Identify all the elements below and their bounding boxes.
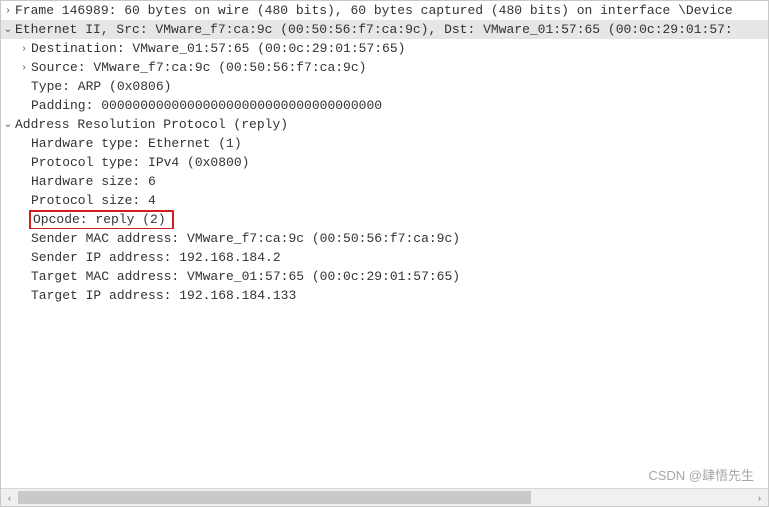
chevron-right-icon: › — [758, 493, 761, 503]
frame-summary-text: Frame 146989: 60 bytes on wire (480 bits… — [15, 1, 733, 20]
arp-protocol-size-row[interactable]: Protocol size: 4 — [1, 191, 768, 210]
ethernet-source-row[interactable]: › Source: VMware_f7:ca:9c (00:50:56:f7:c… — [1, 58, 768, 77]
frame-summary-row[interactable]: › Frame 146989: 60 bytes on wire (480 bi… — [1, 1, 768, 20]
arp-opcode-text: Opcode: reply (2) — [33, 212, 166, 227]
arp-summary-text: Address Resolution Protocol (reply) — [15, 115, 288, 134]
arp-opcode-row[interactable]: Opcode: reply (2) — [1, 210, 768, 229]
arp-sender-ip-row[interactable]: Sender IP address: 192.168.184.2 — [1, 248, 768, 267]
arp-sender-mac-text: Sender MAC address: VMware_f7:ca:9c (00:… — [31, 229, 460, 248]
scrollbar-track[interactable] — [18, 489, 751, 506]
ethernet-source-text: Source: VMware_f7:ca:9c (00:50:56:f7:ca:… — [31, 58, 366, 77]
arp-protocol-size-text: Protocol size: 4 — [31, 191, 156, 210]
arp-sender-mac-row[interactable]: Sender MAC address: VMware_f7:ca:9c (00:… — [1, 229, 768, 248]
chevron-right-icon[interactable]: › — [17, 58, 31, 77]
ethernet-summary-row[interactable]: ⌄ Ethernet II, Src: VMware_f7:ca:9c (00:… — [1, 20, 768, 39]
highlight-annotation: Opcode: reply (2) — [29, 210, 174, 229]
ethernet-type-row[interactable]: Type: ARP (0x0806) — [1, 77, 768, 96]
chevron-right-icon[interactable]: › — [1, 1, 15, 20]
scroll-left-button[interactable]: ‹ — [1, 489, 18, 506]
arp-protocol-type-row[interactable]: Protocol type: IPv4 (0x0800) — [1, 153, 768, 172]
scrollbar-thumb[interactable] — [18, 491, 531, 504]
ethernet-summary-text: Ethernet II, Src: VMware_f7:ca:9c (00:50… — [15, 20, 733, 39]
chevron-down-icon[interactable]: ⌄ — [1, 115, 15, 134]
arp-protocol-type-text: Protocol type: IPv4 (0x0800) — [31, 153, 249, 172]
arp-hardware-type-row[interactable]: Hardware type: Ethernet (1) — [1, 134, 768, 153]
horizontal-scrollbar[interactable]: ‹ › — [1, 488, 768, 506]
scroll-right-button[interactable]: › — [751, 489, 768, 506]
arp-target-mac-row[interactable]: Target MAC address: VMware_01:57:65 (00:… — [1, 267, 768, 286]
chevron-down-icon[interactable]: ⌄ — [1, 20, 15, 39]
ethernet-destination-row[interactable]: › Destination: VMware_01:57:65 (00:0c:29… — [1, 39, 768, 58]
arp-hardware-size-text: Hardware size: 6 — [31, 172, 156, 191]
arp-target-ip-row[interactable]: Target IP address: 192.168.184.133 — [1, 286, 768, 305]
ethernet-destination-text: Destination: VMware_01:57:65 (00:0c:29:0… — [31, 39, 405, 58]
chevron-right-icon[interactable]: › — [17, 39, 31, 58]
chevron-left-icon: ‹ — [8, 493, 11, 503]
arp-target-ip-text: Target IP address: 192.168.184.133 — [31, 286, 296, 305]
arp-hardware-size-row[interactable]: Hardware size: 6 — [1, 172, 768, 191]
ethernet-padding-row[interactable]: Padding: 0000000000000000000000000000000… — [1, 96, 768, 115]
packet-details-pane: › Frame 146989: 60 bytes on wire (480 bi… — [0, 0, 769, 507]
packet-tree[interactable]: › Frame 146989: 60 bytes on wire (480 bi… — [1, 1, 768, 489]
arp-sender-ip-text: Sender IP address: 192.168.184.2 — [31, 248, 281, 267]
arp-target-mac-text: Target MAC address: VMware_01:57:65 (00:… — [31, 267, 460, 286]
arp-hardware-type-text: Hardware type: Ethernet (1) — [31, 134, 242, 153]
arp-summary-row[interactable]: ⌄ Address Resolution Protocol (reply) — [1, 115, 768, 134]
ethernet-padding-text: Padding: 0000000000000000000000000000000… — [31, 96, 382, 115]
ethernet-type-text: Type: ARP (0x0806) — [31, 77, 171, 96]
